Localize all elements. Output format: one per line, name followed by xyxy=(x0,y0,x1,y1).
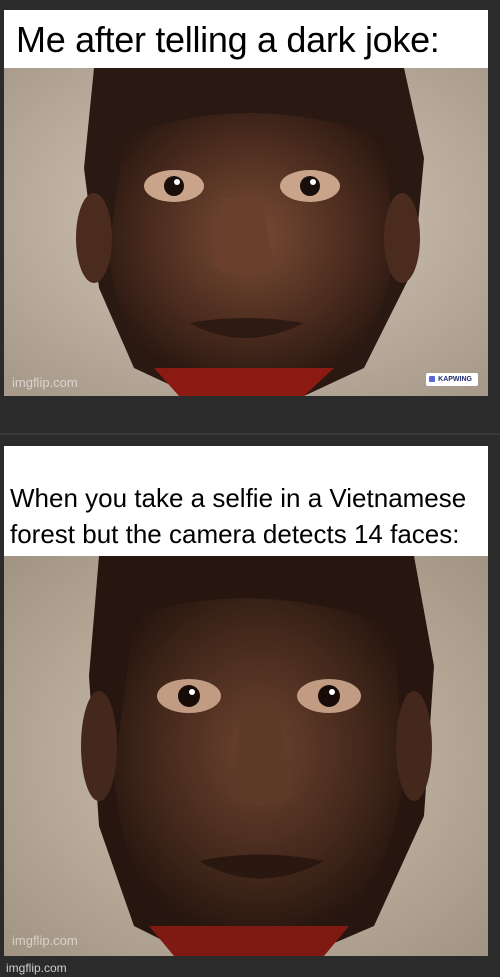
face-photo xyxy=(4,556,488,956)
meme-panel-top: Me after telling a dark joke: imgflip.co… xyxy=(4,10,488,396)
panel-caption: When you take a selfie in a Vietnamese f… xyxy=(10,483,467,549)
face-illustration xyxy=(4,556,488,956)
meme-panel-bottom: When you take a selfie in a Vietnamese f… xyxy=(4,446,488,956)
face-photo xyxy=(4,68,488,396)
kapwing-badge: KAPWING xyxy=(426,373,478,386)
imgflip-watermark: imgflip.com xyxy=(12,933,78,948)
face-illustration xyxy=(4,68,488,396)
imgflip-footer-watermark: imgflip.com xyxy=(6,961,67,975)
imgflip-watermark: imgflip.com xyxy=(12,375,78,390)
caption-bar: When you take a selfie in a Vietnamese f… xyxy=(4,446,488,556)
caption-bar: Me after telling a dark joke: xyxy=(4,10,488,68)
panel-caption: Me after telling a dark joke: xyxy=(16,19,440,60)
panel-divider xyxy=(0,433,500,435)
